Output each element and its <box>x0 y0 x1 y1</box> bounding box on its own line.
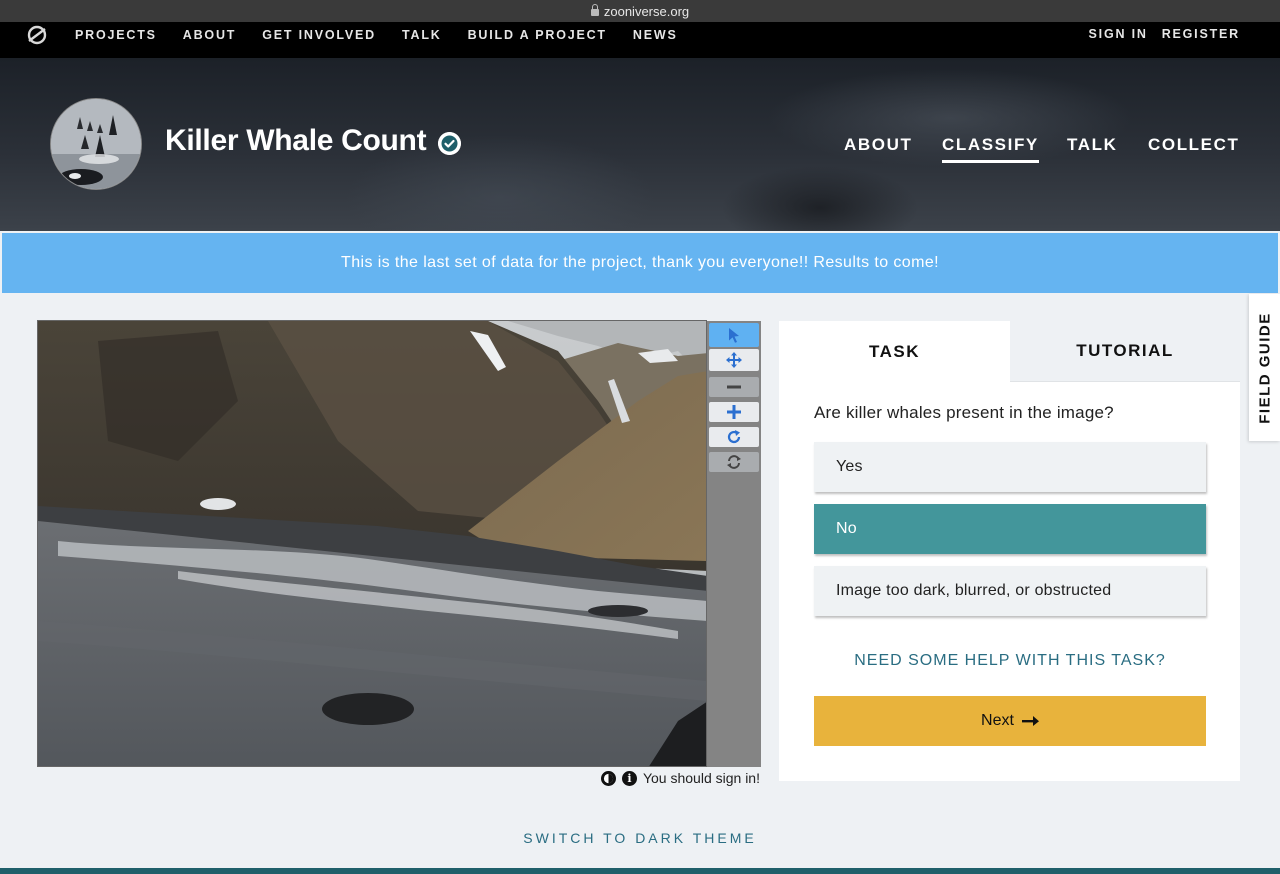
task-help-link[interactable]: NEED SOME HELP WITH THIS TASK? <box>814 652 1206 670</box>
task-question: Are killer whales present in the image? <box>814 403 1114 422</box>
zoom-in-icon <box>727 405 741 419</box>
arrow-right-icon <box>1021 716 1039 726</box>
next-button-label: Next <box>981 712 1014 729</box>
zoom-out-button[interactable] <box>709 377 759 397</box>
viewer-toolbar <box>707 321 761 767</box>
answer-label: No <box>836 520 857 537</box>
answer-label: Image too dark, blurred, or obstructed <box>836 582 1112 599</box>
task-panel: TASK TUTORIAL Are killer whales present … <box>779 321 1240 781</box>
pointer-tool-button[interactable] <box>709 323 759 347</box>
tab-tutorial[interactable]: TUTORIAL <box>1010 321 1240 382</box>
answer-no[interactable]: No <box>814 504 1206 554</box>
rotate-button[interactable] <box>709 427 759 447</box>
site-top-nav: PROJECTS ABOUT GET INVOLVED TALK BUILD A… <box>0 22 1280 58</box>
announcement-text: This is the last set of data for the pro… <box>341 254 939 271</box>
zoom-out-icon <box>727 385 741 389</box>
nav-link-build-a-project[interactable]: BUILD A PROJECT <box>468 28 607 42</box>
pointer-icon <box>729 328 739 343</box>
field-guide-label: FIELD GUIDE <box>1256 311 1273 424</box>
project-nav-about[interactable]: ABOUT <box>844 135 912 155</box>
footer-strip <box>0 868 1280 874</box>
answer-yes[interactable]: Yes <box>814 442 1206 492</box>
zooniverse-logo-icon[interactable] <box>26 24 48 46</box>
nav-link-get-involved[interactable]: GET INVOLVED <box>262 28 376 42</box>
project-nav-talk[interactable]: TALK <box>1067 135 1117 155</box>
sign-in-reminder: You should sign in! <box>642 770 760 786</box>
register-link[interactable]: REGISTER <box>1162 27 1240 41</box>
rotate-icon <box>727 430 741 444</box>
url-text: zooniverse.org <box>603 3 690 19</box>
nav-link-about[interactable]: ABOUT <box>183 28 236 42</box>
info-icon[interactable]: i <box>621 770 637 786</box>
pan-tool-button[interactable] <box>709 349 759 371</box>
nav-link-talk[interactable]: TALK <box>402 28 442 42</box>
nav-link-projects[interactable]: PROJECTS <box>75 28 157 42</box>
reset-icon <box>727 455 741 469</box>
site-nav-links: PROJECTS ABOUT GET INVOLVED TALK BUILD A… <box>75 28 704 42</box>
next-button[interactable]: Next <box>814 696 1206 746</box>
browser-url-bar[interactable]: zooniverse.org <box>0 0 1280 22</box>
invert-icon[interactable] <box>600 770 616 786</box>
project-nav-classify[interactable]: CLASSIFY <box>942 135 1039 163</box>
pan-icon <box>726 352 742 368</box>
project-avatar[interactable] <box>50 98 142 190</box>
project-nav-collect[interactable]: COLLECT <box>1148 135 1239 155</box>
lock-icon <box>590 3 599 17</box>
zoom-in-button[interactable] <box>709 402 759 422</box>
answer-image-too-dark[interactable]: Image too dark, blurred, or obstructed <box>814 566 1206 616</box>
auth-links: SIGN IN REGISTER <box>1089 27 1240 41</box>
check-badge-icon <box>438 132 461 155</box>
answer-label: Yes <box>836 458 863 475</box>
project-header: Killer Whale Count ABOUT CLASSIFY TALK C… <box>0 58 1280 231</box>
switch-dark-theme-link[interactable]: SWITCH TO DARK THEME <box>0 830 1280 846</box>
announcement-banner: This is the last set of data for the pro… <box>2 233 1278 293</box>
sign-in-link[interactable]: SIGN IN <box>1089 27 1148 41</box>
field-guide-tab[interactable]: FIELD GUIDE <box>1249 294 1280 441</box>
tab-task[interactable]: TASK <box>779 321 1010 382</box>
reset-button[interactable] <box>709 452 759 472</box>
project-title: Killer Whale Count <box>165 124 427 157</box>
subject-image[interactable] <box>37 320 707 767</box>
nav-link-news[interactable]: NEWS <box>633 28 678 42</box>
subject-footer: i You should sign in! <box>600 770 760 786</box>
